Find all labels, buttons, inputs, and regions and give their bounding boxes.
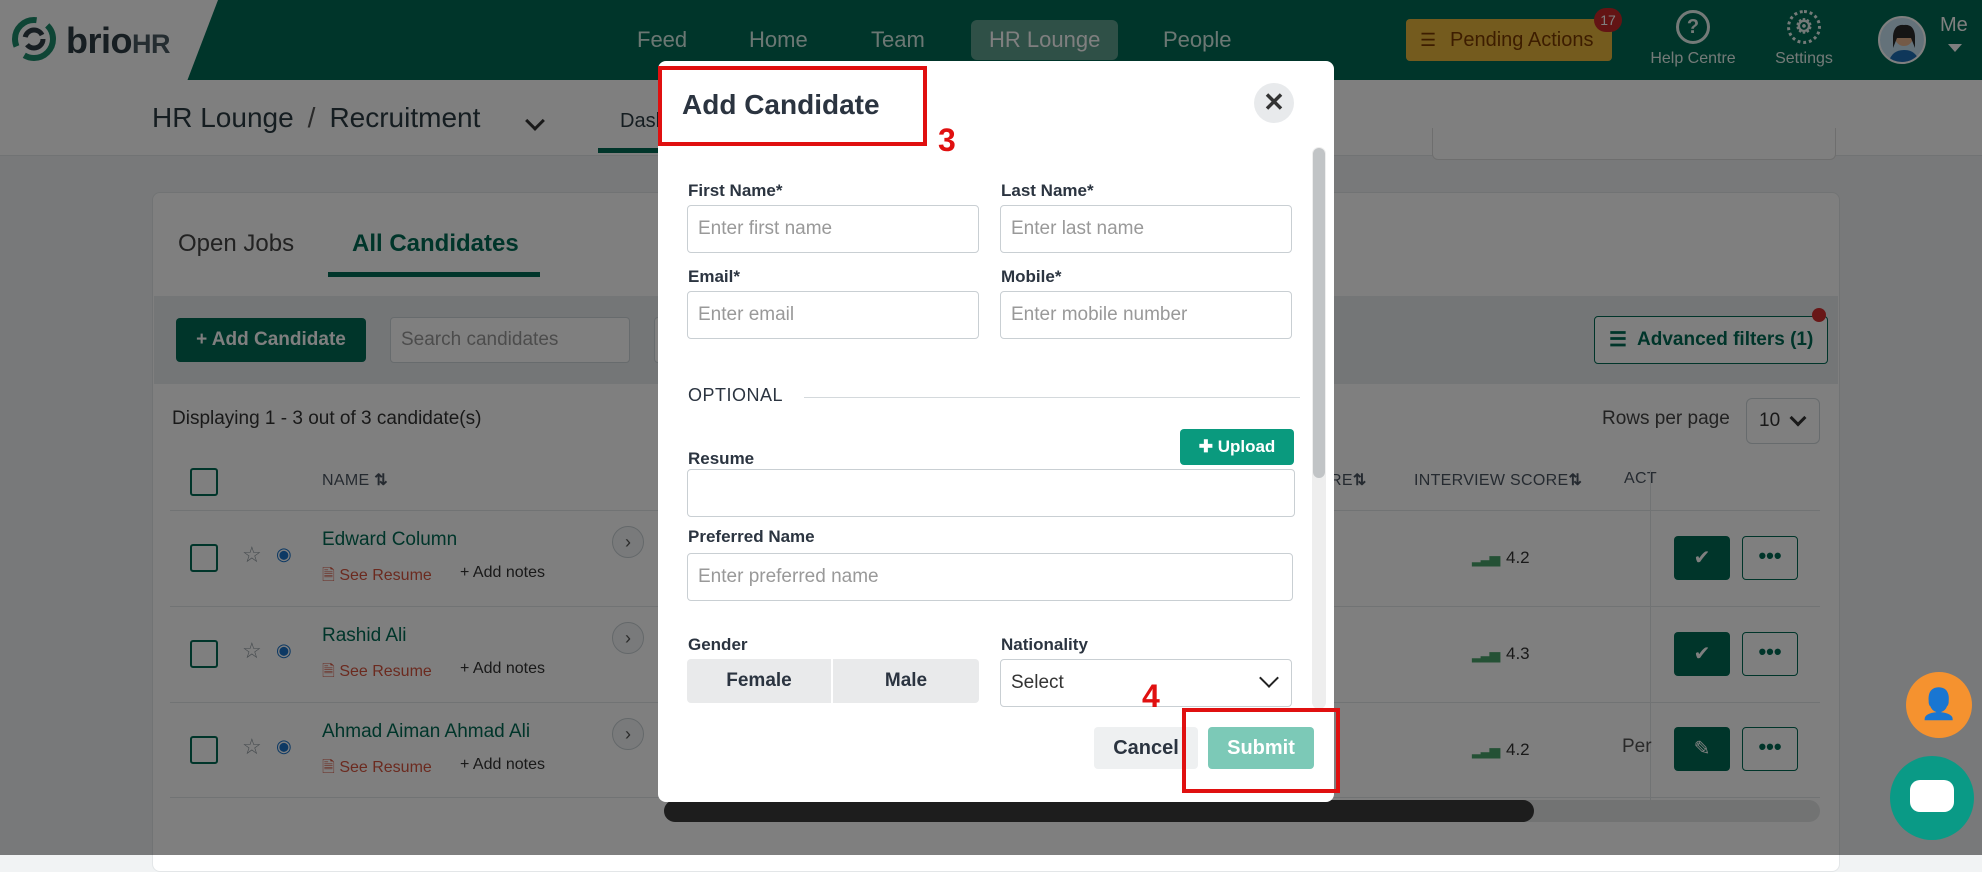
email-field[interactable]: Enter email bbox=[687, 291, 979, 339]
scrollbar-thumb[interactable] bbox=[1313, 148, 1325, 478]
close-icon[interactable]: ✕ bbox=[1254, 83, 1294, 123]
annotation-step-number: 4 bbox=[1142, 678, 1160, 714]
annotation-step-number: 3 bbox=[938, 122, 956, 158]
optional-section-heading: OPTIONAL bbox=[688, 385, 784, 405]
last-name-label: Last Name* bbox=[1001, 181, 1094, 200]
first-name-field[interactable]: Enter first name bbox=[687, 205, 979, 253]
preferred-name-field[interactable]: Enter preferred name bbox=[687, 553, 1293, 601]
resume-field[interactable] bbox=[687, 469, 1295, 517]
person-icon: 👤 bbox=[1920, 688, 1958, 721]
gender-male-option[interactable]: Male bbox=[833, 659, 979, 703]
preferred-name-label: Preferred Name bbox=[688, 527, 815, 546]
upload-resume-button[interactable]: ✚ Upload bbox=[1180, 429, 1294, 465]
last-name-field[interactable]: Enter last name bbox=[1000, 205, 1292, 253]
annotation-box-title bbox=[658, 66, 927, 146]
user-support-button[interactable]: 👤 bbox=[1906, 672, 1972, 738]
gender-female-option[interactable]: Female bbox=[687, 659, 831, 703]
nationality-label: Nationality bbox=[1001, 635, 1088, 654]
first-name-label: First Name* bbox=[688, 181, 783, 200]
chat-button[interactable] bbox=[1890, 756, 1974, 840]
mobile-label: Mobile* bbox=[1001, 267, 1062, 286]
annotation-box-submit bbox=[1182, 708, 1340, 793]
chat-bubble-icon bbox=[1910, 780, 1954, 812]
divider bbox=[804, 397, 1300, 398]
add-candidate-modal: Add Candidate ✕ First Name* Enter first … bbox=[658, 61, 1334, 802]
email-label: Email* bbox=[688, 267, 740, 286]
upload-label: Upload bbox=[1217, 437, 1276, 456]
resume-label: Resume bbox=[688, 449, 755, 468]
mobile-field[interactable]: Enter mobile number bbox=[1000, 291, 1292, 339]
gender-label: Gender bbox=[688, 635, 748, 654]
plus-icon: ✚ bbox=[1198, 437, 1213, 456]
